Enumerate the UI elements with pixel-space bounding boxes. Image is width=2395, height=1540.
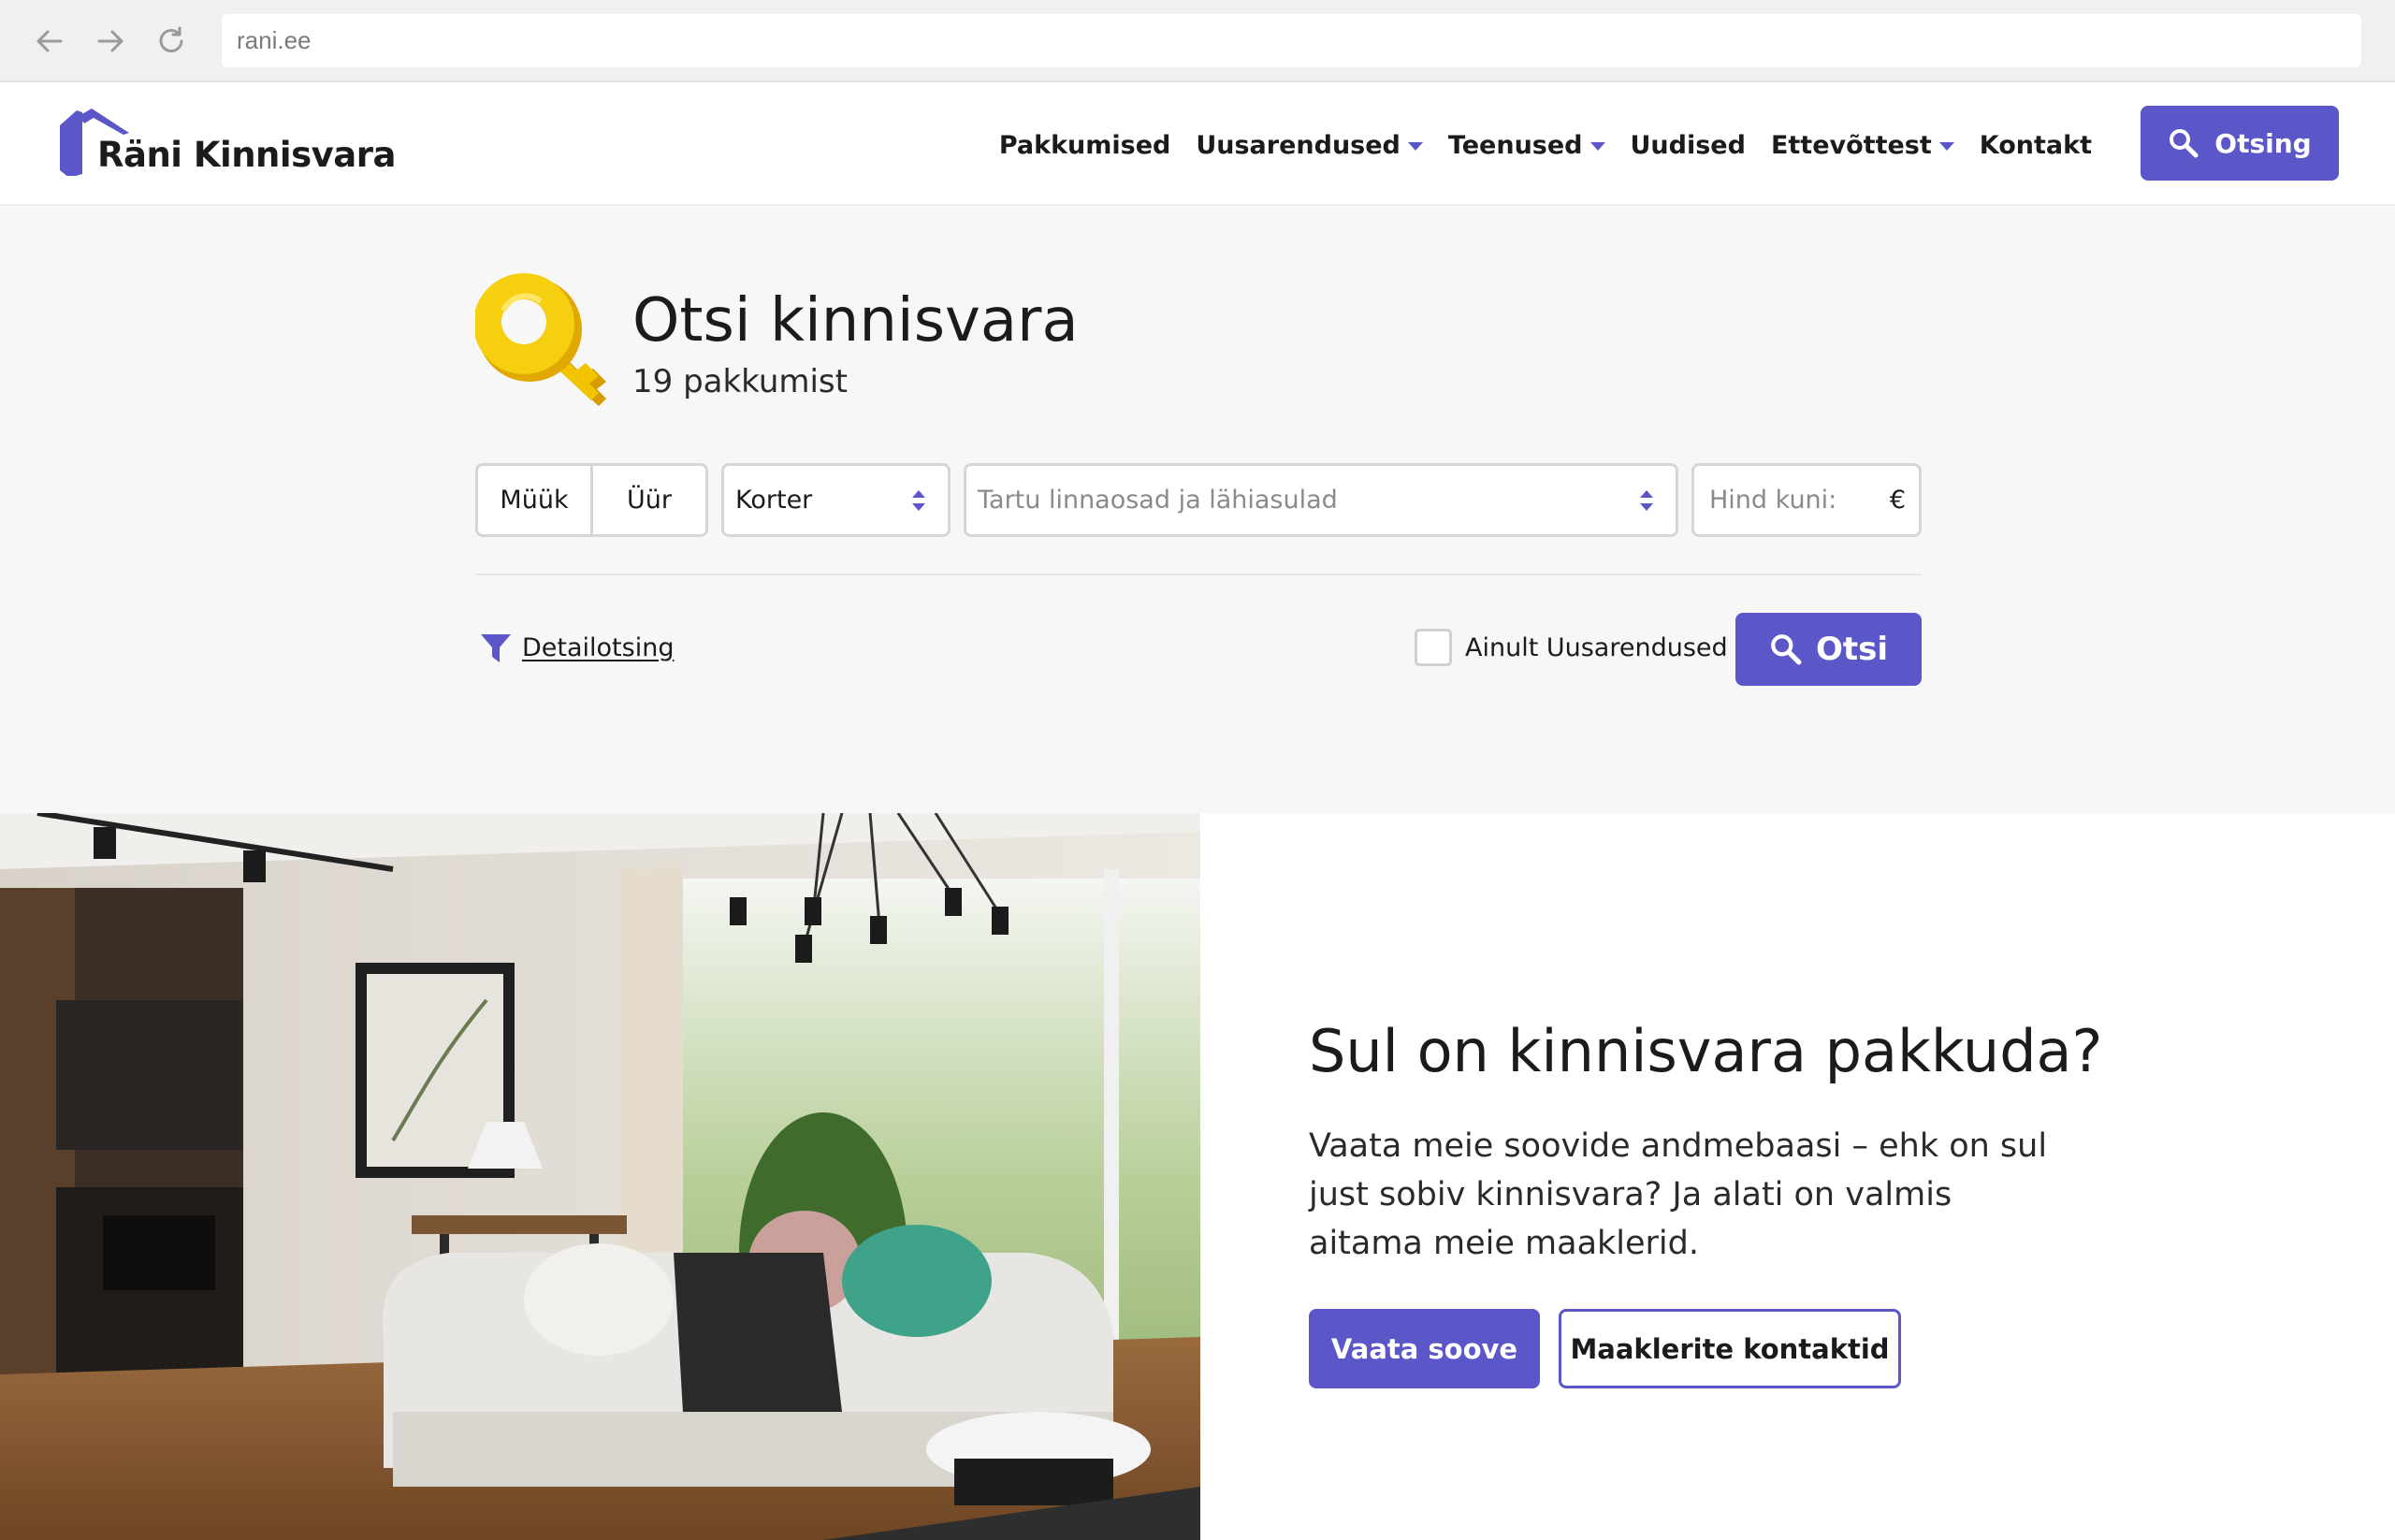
interior-photo: [0, 813, 1200, 1540]
view-requests-button[interactable]: Vaata soove: [1309, 1309, 1540, 1388]
nav-kontakt[interactable]: Kontakt: [1980, 131, 2092, 160]
listing-count: 19 pakkumist: [632, 363, 848, 400]
key-icon: [475, 273, 606, 406]
logo-text: Räni Kinnisvara: [97, 135, 396, 175]
nav-pakkumised[interactable]: Pakkumised: [999, 131, 1171, 160]
back-icon[interactable]: [29, 21, 70, 62]
search-section: Otsi kinnisvara 19 pakkumist Müük Üür Ko…: [0, 206, 2395, 813]
divider: [475, 574, 1922, 575]
logo[interactable]: Räni Kinnisvara: [58, 109, 396, 183]
search-icon: [1771, 634, 1802, 665]
nav-uudised[interactable]: Uudised: [1631, 131, 1746, 160]
property-type-select[interactable]: Korter: [721, 463, 951, 537]
caret-down-icon: [1589, 141, 1605, 151]
nav-uusarendused[interactable]: Uusarendused: [1196, 131, 1423, 160]
offer-property-section: Sul on kinnisvara pakkuda? Vaata meie so…: [1200, 813, 2395, 1540]
deal-type-toggle: Müük Üür: [475, 463, 708, 537]
reload-icon[interactable]: [151, 21, 192, 62]
promo-text: Vaata meie soovide andmebaasi – ehk on s…: [1309, 1127, 2048, 1262]
currency-label: €: [1889, 486, 1906, 515]
caret-down-icon: [1407, 141, 1423, 151]
search-icon: [2170, 129, 2199, 158]
filter-icon: [481, 634, 511, 662]
checkbox[interactable]: [1415, 629, 1452, 666]
broker-contacts-button[interactable]: Maaklerite kontaktid: [1559, 1309, 1901, 1388]
new-developments-only-checkbox[interactable]: Ainult Uusarendused: [1415, 629, 1728, 666]
select-arrows-icon: [912, 490, 925, 511]
promo-title: Sul on kinnisvara pakkuda?: [1309, 1017, 2103, 1085]
forward-icon[interactable]: [90, 21, 131, 62]
search-submit-button[interactable]: Otsi: [1735, 613, 1922, 686]
select-arrows-icon: [1640, 490, 1653, 511]
site-header: Räni Kinnisvara Pakkumised Uusarendused …: [0, 84, 2395, 206]
address-bar[interactable]: rani.ee: [222, 14, 2361, 67]
caret-down-icon: [1938, 141, 1954, 151]
page-title: Otsi kinnisvara: [632, 286, 1079, 356]
max-price-input[interactable]: Hind kuni: €: [1691, 463, 1922, 537]
detailed-search-link[interactable]: Detailotsing: [479, 631, 674, 664]
area-select[interactable]: Tartu linnaosad ja lähiasulad: [964, 463, 1678, 537]
deal-type-sale[interactable]: Müük: [478, 466, 593, 534]
header-search-button[interactable]: Otsing: [2141, 106, 2339, 181]
nav-ettevottest[interactable]: Ettevõttest: [1771, 131, 1954, 160]
browser-chrome: rani.ee: [0, 0, 2395, 82]
deal-type-rent[interactable]: Üür: [593, 466, 705, 534]
main-nav: Pakkumised Uusarendused Teenused Uudised…: [999, 84, 2092, 206]
nav-teenused[interactable]: Teenused: [1448, 131, 1605, 160]
